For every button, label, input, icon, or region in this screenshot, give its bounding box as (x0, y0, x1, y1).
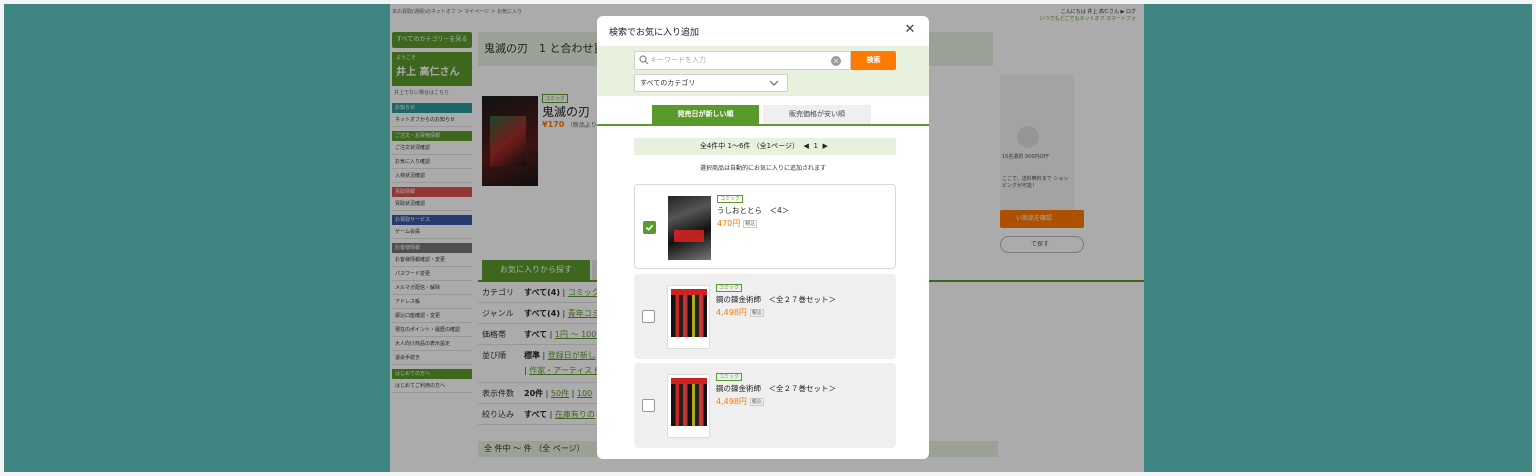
item-badge: コミック (716, 373, 743, 381)
list-item[interactable]: コミック 鋼の錬金術師 ＜全２７巻セット＞ 4,498円 税込 (634, 363, 896, 448)
item-thumbnail (667, 374, 710, 438)
item-checkbox[interactable] (643, 221, 656, 234)
pager-summary: 全4件中 1〜6件 （全1ページ） (699, 142, 799, 150)
item-title: 鋼の錬金術師 ＜全２７巻セット＞ (716, 384, 836, 393)
clear-icon[interactable]: × (831, 56, 841, 66)
category-select[interactable]: すべてのカテゴリ (634, 74, 788, 92)
item-title: 鋼の錬金術師 ＜全２７巻セット＞ (716, 295, 836, 304)
search-button[interactable]: 検索 (851, 51, 896, 70)
tab-underline (597, 124, 929, 126)
search-placeholder: キーワードを入力 (650, 56, 706, 64)
pager: 全4件中 1〜6件 （全1ページ） ◀ 1 ▶ (634, 138, 896, 155)
tab-newest[interactable]: 発売日が新しい順 (652, 105, 759, 124)
chevron-down-icon (769, 80, 779, 86)
item-title: うしおととら ＜4＞ (717, 206, 790, 215)
check-icon (645, 224, 654, 231)
search-input[interactable]: キーワードを入力 × (634, 51, 851, 70)
next-page-icon[interactable]: ▶ (820, 138, 830, 155)
item-checkbox[interactable] (642, 310, 655, 323)
item-price: 4,498円 税込 (716, 397, 764, 406)
item-badge: コミック (716, 284, 743, 292)
prev-page-icon[interactable]: ◀ (801, 138, 811, 155)
search-icon (639, 55, 649, 65)
close-icon[interactable]: ✕ (903, 23, 917, 37)
modal-title: 検索でお気に入り追加 (609, 28, 700, 38)
item-price: 470円 税込 (717, 219, 758, 228)
list-item[interactable]: コミック 鋼の錬金術師 ＜全２７巻セット＞ 4,498円 税込 (634, 274, 896, 359)
item-checkbox[interactable] (642, 399, 655, 412)
item-thumbnail (668, 196, 711, 260)
search-area: キーワードを入力 × 検索 すべてのカテゴリ (597, 46, 929, 96)
item-price: 4,498円 税込 (716, 308, 764, 317)
pager-page[interactable]: 1 (813, 138, 817, 155)
item-badge: コミック (717, 195, 744, 203)
auto-add-note: 選択商品は自動的にお気に入りに追加されます (699, 165, 826, 172)
favorite-search-modal: 検索でお気に入り追加 ✕ キーワードを入力 × 検索 すべてのカテゴリ 発売日が… (597, 16, 929, 459)
list-item[interactable]: コミック うしおととら ＜4＞ 470円 税込 (634, 184, 896, 269)
tab-cheapest[interactable]: 販売価格が安い順 (763, 105, 871, 124)
item-thumbnail (667, 285, 710, 349)
